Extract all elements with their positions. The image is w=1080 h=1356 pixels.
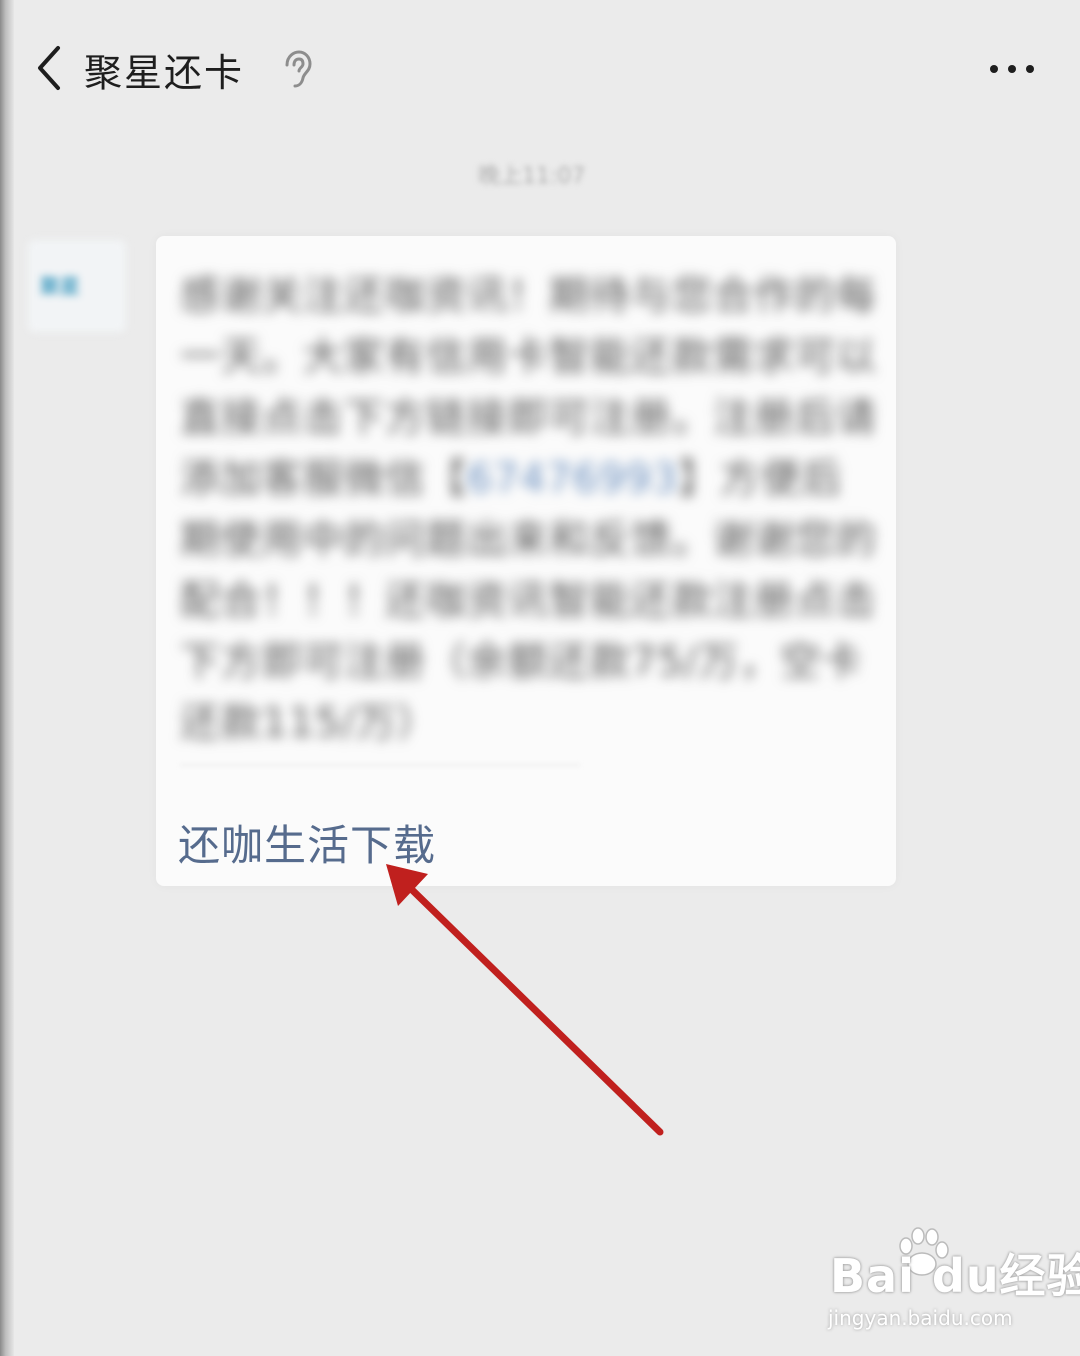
wechat-id: 67476993 [467,456,679,502]
arrow-shaft [400,878,664,1136]
avatar-label: 聚星 [40,274,80,298]
more-options-button[interactable] [980,52,1044,86]
watermark-url: jingyan.baidu.com [828,1306,1013,1330]
message-bubble: 感谢关注还咖资讯！期待与您合作的每一天。大家有信用卡智能还款需求可以直接点击下方… [156,236,896,886]
left-edge-shadow [0,0,14,1356]
download-link[interactable]: 还咖生活下载 [178,812,436,873]
baidu-jingyan-watermark: Bai du经验 jingyan.baidu.com [822,1226,1080,1336]
back-button[interactable] [28,40,76,96]
chevron-left-icon [38,46,60,90]
message-timestamp: 晚上11:07 [478,164,586,189]
message-text: 感谢关注还咖资讯！期待与您合作的每一天。大家有信用卡智能还款需求可以直接点击下方… [180,266,880,754]
ear-icon [278,48,314,90]
more-dots-icon [990,65,1034,73]
chat-header: 聚星还卡 [0,0,1080,130]
message-divider [180,764,580,766]
chat-title: 聚星还卡 [84,51,245,95]
avatar[interactable]: 聚星 [28,240,126,332]
watermark-brand: Bai du经验 [830,1249,1080,1303]
